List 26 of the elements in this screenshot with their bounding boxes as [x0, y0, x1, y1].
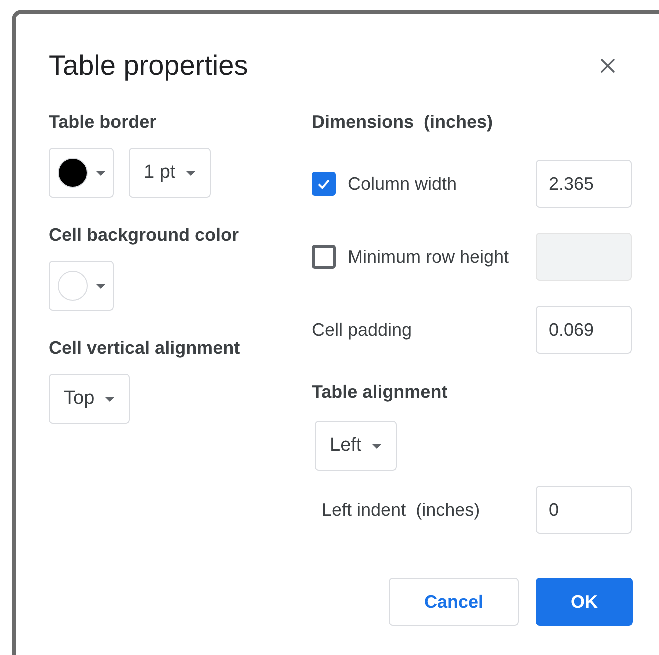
number-field[interactable]: 0.069 [536, 306, 632, 354]
caret-icon [96, 284, 106, 288]
alignment-dropdown[interactable]: Top [49, 374, 130, 424]
checkbox-label: Column width [348, 172, 458, 196]
caret-icon [96, 170, 106, 176]
section-heading: Table border [49, 111, 158, 134]
field-label: Cell padding [312, 318, 412, 342]
checkbox[interactable] [312, 172, 336, 196]
cancel-button[interactable]: Cancel [389, 578, 519, 626]
caret-icon [104, 396, 115, 402]
ok-button[interactable]: OK [536, 578, 633, 626]
dialog-title: Table properties [49, 49, 248, 83]
caret-icon [186, 170, 196, 176]
checkbox-label: Minimum row height [348, 246, 510, 269]
color-picker-button[interactable] [49, 148, 114, 198]
border-width-dropdown[interactable]: 1 pt [129, 148, 211, 198]
number-field[interactable]: 0 [536, 486, 632, 534]
section-heading: Table alignment [312, 381, 449, 404]
section-heading: Cell background color [49, 224, 240, 247]
section-heading: Cell vertical alignment [49, 337, 242, 360]
field-label: Left indent (inches) [322, 498, 480, 522]
alignment-dropdown[interactable]: Left [315, 421, 397, 471]
color-picker-button[interactable] [49, 261, 114, 311]
number-field[interactable]: 2.365 [536, 160, 632, 208]
caret-icon [372, 444, 382, 448]
section-heading: Dimensions (inches) [312, 111, 494, 134]
